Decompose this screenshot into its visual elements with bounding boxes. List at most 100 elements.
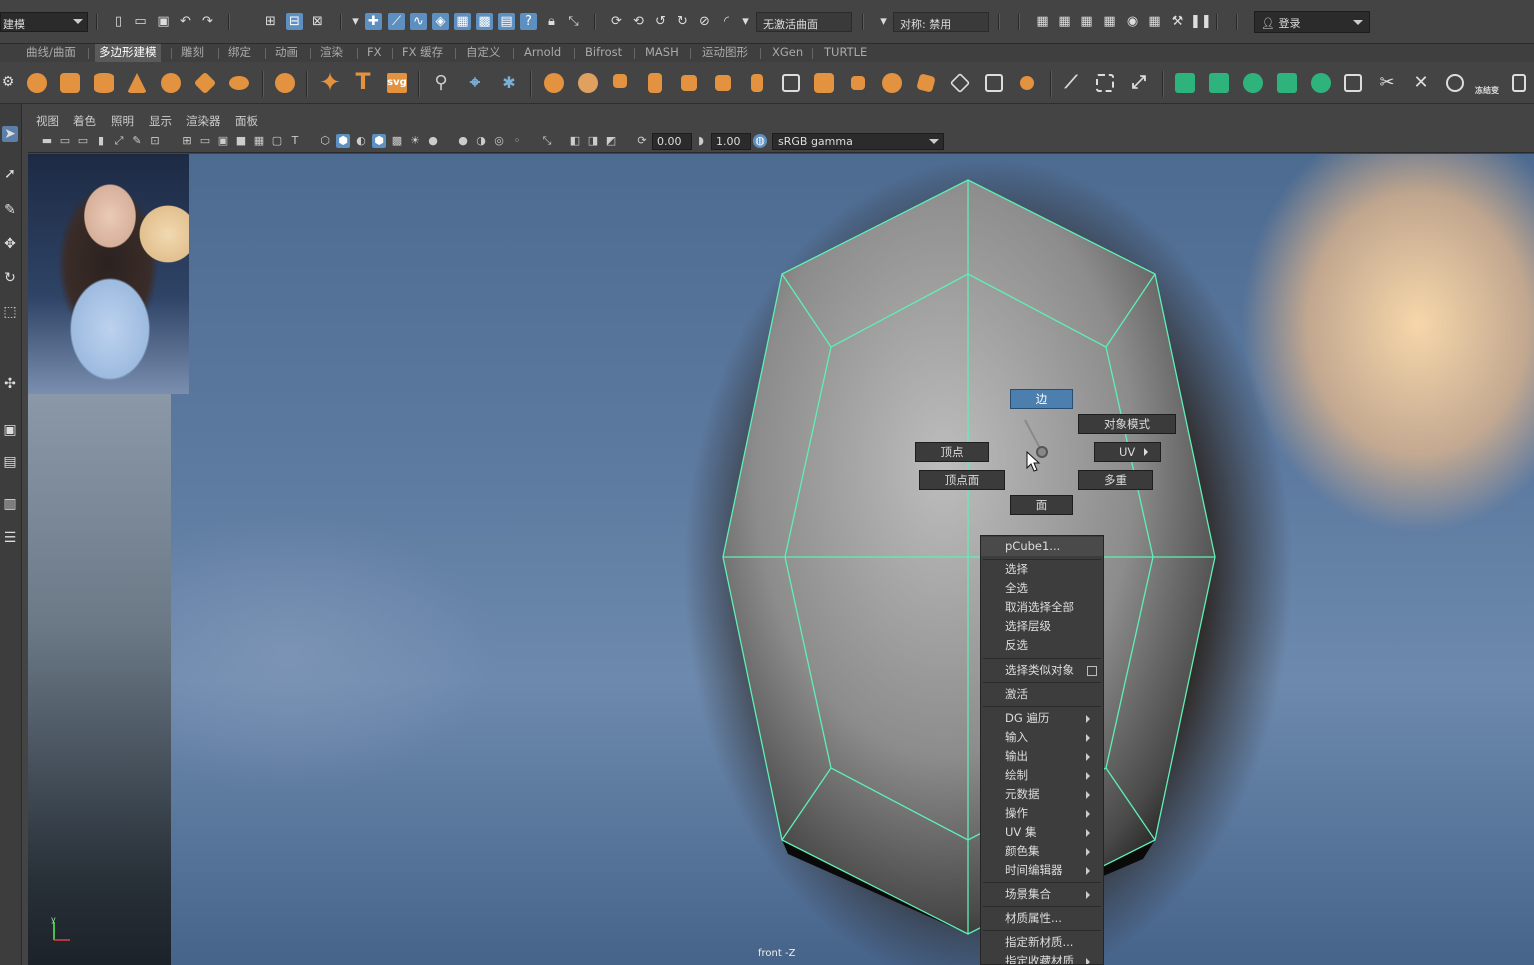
resolution-gate-icon[interactable]: ▣ xyxy=(216,134,230,148)
ctx-select-hierarchy[interactable]: 选择层级 xyxy=(981,617,1103,636)
uv-planar-icon[interactable] xyxy=(1172,70,1198,96)
hud-icon[interactable]: ⊡ xyxy=(148,134,162,148)
render-frame-icon[interactable]: ▦ xyxy=(1034,13,1051,30)
merge-icon[interactable] xyxy=(1014,70,1040,96)
layout-four-icon[interactable]: ▤ xyxy=(2,454,18,470)
live-surface-field[interactable]: 无激活曲面 xyxy=(756,12,852,32)
exposure-field[interactable]: 0.00 xyxy=(652,133,692,150)
render-settings-icon[interactable]: ▦ xyxy=(1078,13,1095,30)
super-shape-icon[interactable]: ✦ xyxy=(317,70,343,96)
dropdown-icon[interactable]: ▾ xyxy=(737,13,754,30)
ctx-uv-sets[interactable]: UV 集 xyxy=(981,823,1103,842)
tab-curves-surfaces[interactable]: 曲线/曲面 xyxy=(22,44,80,62)
slide-edge-icon[interactable]: ⤢ xyxy=(1126,70,1152,96)
type-tool-icon[interactable]: T xyxy=(350,70,376,96)
menu-set-selector[interactable]: 建模 xyxy=(0,12,88,32)
hypershade-icon[interactable]: ▦ xyxy=(1101,13,1118,30)
extrude-icon[interactable] xyxy=(744,70,770,96)
extract-icon[interactable] xyxy=(609,70,635,96)
grease-pencil-icon[interactable]: ✎ xyxy=(130,134,144,148)
uv-cut-icon[interactable]: ✂ xyxy=(1374,70,1400,96)
center-pivot-icon[interactable] xyxy=(1508,70,1534,96)
uv-auto-icon[interactable] xyxy=(1274,70,1300,96)
gamma-icon[interactable]: ◗ xyxy=(694,134,708,148)
ctx-object-name[interactable]: pCube1... xyxy=(981,537,1103,556)
append-polygon-icon[interactable] xyxy=(845,70,871,96)
field-chart-icon[interactable]: ▦ xyxy=(252,134,266,148)
poly-cone-icon[interactable] xyxy=(124,70,150,96)
gamma-field[interactable]: 1.00 xyxy=(711,133,751,150)
platonic-solid-icon[interactable] xyxy=(272,70,298,96)
ctx-dg-traversal[interactable]: DG 遍历 xyxy=(981,709,1103,728)
symmetry-field[interactable]: 对称: 禁用 xyxy=(893,12,989,32)
tab-poly-modeling[interactable]: 多边形建模 xyxy=(95,44,161,62)
ctx-color-sets[interactable]: 颜色集 xyxy=(981,842,1103,861)
snap-edge-icon[interactable]: ▩ xyxy=(476,13,493,30)
tab-xgen[interactable]: XGen xyxy=(768,44,807,62)
layout-two-icon[interactable]: ▥ xyxy=(2,496,18,512)
reduce-icon[interactable] xyxy=(710,70,736,96)
uv-editor-icon[interactable] xyxy=(1442,70,1468,96)
snap-curve-icon[interactable]: ⟋ xyxy=(388,13,405,30)
marking-menu-vertex-face[interactable]: 顶点面 xyxy=(919,470,1005,490)
snap-together-icon[interactable]: ⤡ xyxy=(565,13,582,30)
select-tool-icon[interactable]: ➤ xyxy=(2,126,18,142)
ctx-actions[interactable]: 操作 xyxy=(981,804,1103,823)
pause-icon[interactable]: ❚❚ xyxy=(1190,13,1212,30)
xray-icon[interactable]: ◧ xyxy=(568,134,582,148)
ctx-select-similar[interactable]: 选择类似对象 xyxy=(981,661,1103,680)
tab-turtle[interactable]: TURTLE xyxy=(820,44,871,62)
open-scene-icon[interactable]: ▭ xyxy=(132,13,149,30)
menu-shading[interactable]: 着色 xyxy=(73,113,96,129)
menu-show[interactable]: 显示 xyxy=(149,113,172,129)
rotate-tool-icon[interactable]: ↻ xyxy=(2,270,18,286)
freeze-transform-icon[interactable]: 冻结变 xyxy=(1474,70,1500,96)
multi-cut-icon[interactable] xyxy=(913,70,939,96)
motion-blur-icon[interactable]: ◑ xyxy=(474,134,488,148)
xyz-position-icon[interactable]: ✱ xyxy=(496,70,522,96)
uv-cylindrical-icon[interactable] xyxy=(1206,70,1232,96)
viewport-front[interactable]: y front -Z xyxy=(28,154,1534,965)
textured-icon[interactable]: ▩ xyxy=(390,134,404,148)
paint-select-icon[interactable]: ⟲ xyxy=(630,13,647,30)
render-tools-icon[interactable]: ⚒ xyxy=(1169,13,1186,30)
save-scene-icon[interactable]: ▣ xyxy=(155,13,172,30)
select-component-icon[interactable]: ⊠ xyxy=(309,13,326,30)
safe-title-icon[interactable]: T xyxy=(288,134,302,148)
ctx-select[interactable]: 选择 xyxy=(981,560,1103,579)
image-plane-icon[interactable]: ▭ xyxy=(76,134,90,148)
poly-cylinder-icon[interactable] xyxy=(91,70,117,96)
new-scene-icon[interactable]: ▯ xyxy=(110,13,127,30)
poly-sphere-icon[interactable] xyxy=(24,70,50,96)
bridge-icon[interactable] xyxy=(778,70,804,96)
poly-torus-icon[interactable] xyxy=(158,70,184,96)
ctx-outputs[interactable]: 输出 xyxy=(981,747,1103,766)
lock-icon[interactable]: 🔒︎ xyxy=(543,13,560,30)
scale-tool-icon[interactable]: ⬚ xyxy=(2,304,18,320)
grid-icon[interactable]: ⊞ xyxy=(180,134,194,148)
camera-bookmark-icon[interactable]: ▭ xyxy=(58,134,72,148)
dropdown-icon[interactable]: ▾ xyxy=(875,13,892,30)
option-box-icon[interactable] xyxy=(1087,666,1097,676)
ctx-paint[interactable]: 绘制 xyxy=(981,766,1103,785)
lights-icon[interactable]: ☀ xyxy=(408,134,422,148)
xray-joints-icon[interactable]: ◨ xyxy=(586,134,600,148)
quad-draw-icon[interactable]: ⌖ xyxy=(462,70,488,96)
ctx-invert-selection[interactable]: 反选 xyxy=(981,636,1103,655)
bookmark-icon[interactable]: ▮ xyxy=(94,134,108,148)
marking-menu-vertex[interactable]: 顶点 xyxy=(915,442,989,462)
tab-custom[interactable]: 自定义 xyxy=(462,44,505,62)
depth-of-field-icon[interactable]: ◦ xyxy=(510,134,524,148)
tab-motion-graphics[interactable]: 运动图形 xyxy=(698,44,752,62)
combine-icon[interactable] xyxy=(541,70,567,96)
cube-mesh[interactable] xyxy=(28,154,1534,965)
ctx-scene-assembly[interactable]: 场景集合 xyxy=(981,885,1103,904)
2d-pan-zoom-icon[interactable]: ⤢ xyxy=(112,134,126,148)
tab-fx-caching[interactable]: FX 缓存 xyxy=(398,44,447,62)
ambient-occlusion-icon[interactable]: ● xyxy=(456,134,470,148)
marking-menu-multi[interactable]: 多重 xyxy=(1078,470,1153,490)
menu-view[interactable]: 视图 xyxy=(36,113,59,129)
login-button[interactable]: 👤︎ 登录 xyxy=(1254,11,1370,33)
menu-panels[interactable]: 面板 xyxy=(235,113,258,129)
mirror-icon[interactable] xyxy=(642,70,668,96)
